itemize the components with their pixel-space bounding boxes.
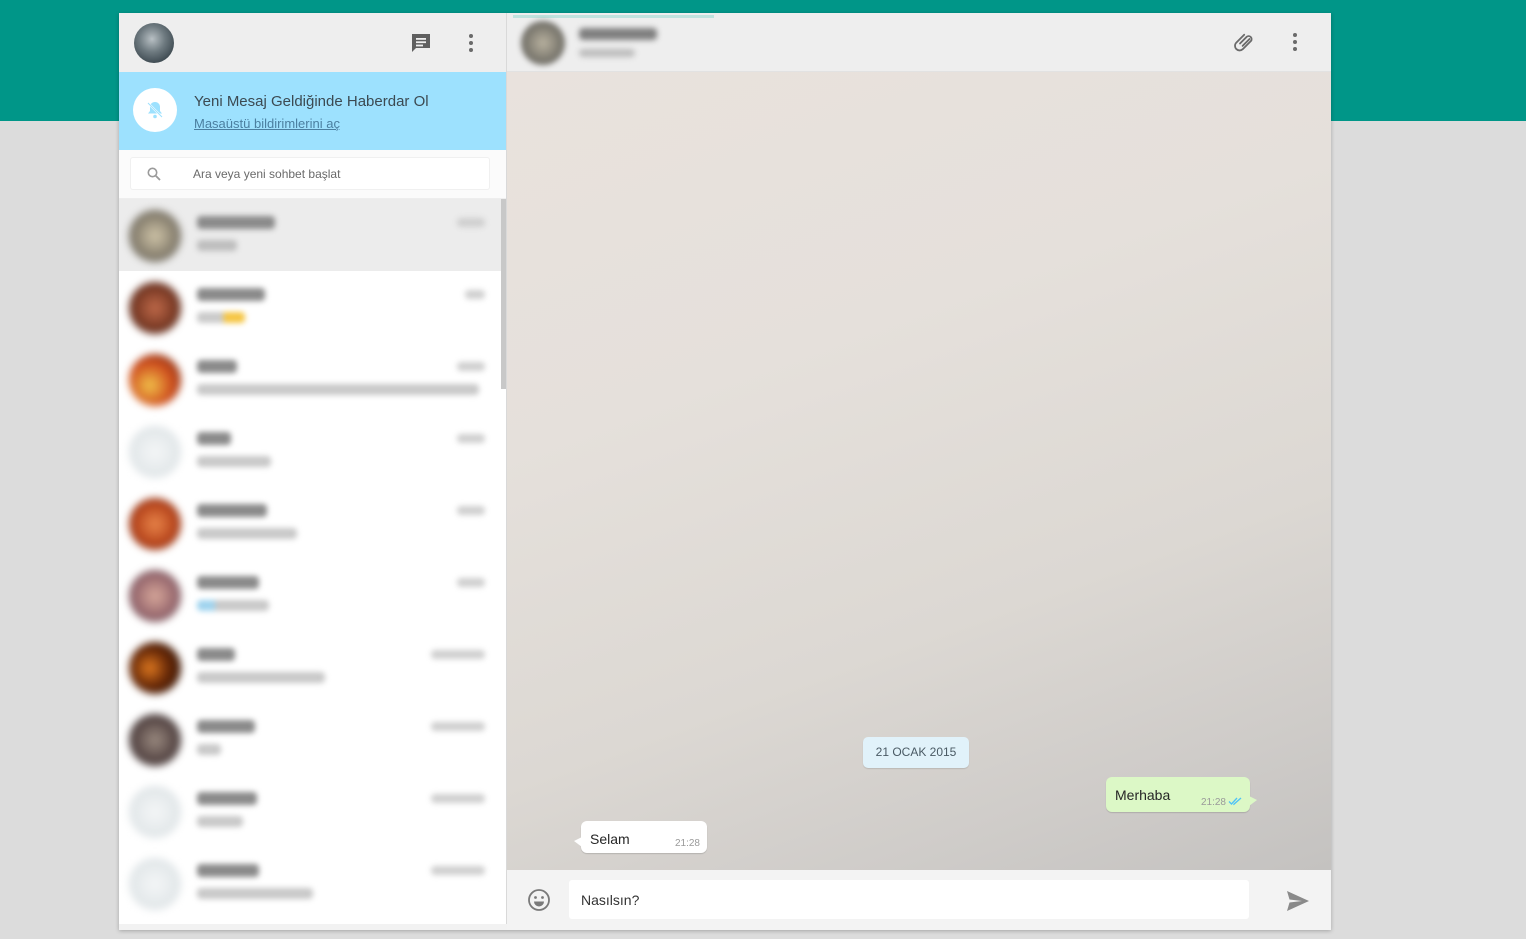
new-chat-icon[interactable]: [409, 31, 433, 55]
chat-list-item[interactable]: [119, 631, 503, 703]
menu-dots-icon[interactable]: [459, 31, 483, 55]
chat-list-item[interactable]: [119, 271, 503, 343]
chat-avatar: [129, 642, 181, 694]
attach-icon[interactable]: [1233, 30, 1257, 54]
message-time: 21:28: [674, 838, 700, 849]
chat-time-blurred: [431, 650, 485, 659]
chat-preview-blurred: [197, 456, 271, 467]
message-text: Merhaba: [1115, 787, 1171, 803]
chat-list-item[interactable]: [119, 559, 503, 631]
chat-time-blurred: [457, 362, 485, 371]
chat-time-blurred: [457, 218, 485, 227]
profile-avatar[interactable]: [134, 23, 174, 63]
chat-name-blurred: [197, 216, 275, 229]
chat-list-item[interactable]: [119, 343, 503, 415]
incoming-message[interactable]: Selam 21:28: [574, 821, 707, 853]
message-text: Selam: [590, 831, 630, 847]
chat-avatar: [129, 354, 181, 406]
chat-preview-blurred: [197, 744, 221, 755]
notification-title: Yeni Mesaj Geldiğinde Haberdar Ol: [194, 93, 429, 110]
chat-name-blurred: [197, 864, 259, 877]
app-window: Yeni Mesaj Geldiğinde Haberdar Ol Masaüs…: [119, 13, 1331, 930]
chat-avatar: [129, 210, 181, 262]
chat-list-item[interactable]: [119, 775, 503, 847]
chat-name-blurred: [197, 288, 265, 301]
chat-avatar: [129, 714, 181, 766]
chat-name-blurred: [197, 792, 257, 805]
menu-dots-icon[interactable]: [1283, 30, 1307, 54]
search-icon: [147, 167, 161, 181]
chat-avatar: [129, 426, 181, 478]
emoji-icon[interactable]: [527, 888, 551, 912]
chat-name-blurred: [197, 648, 235, 661]
chat-list-item[interactable]: [119, 847, 503, 919]
message-input[interactable]: [569, 880, 1249, 919]
chat-avatar: [129, 282, 181, 334]
chat-list-scrollbar[interactable]: [501, 199, 506, 389]
bell-off-icon: [133, 88, 177, 132]
chat-name-blurred: [197, 360, 237, 373]
read-ticks-icon: [1228, 797, 1242, 806]
chat-time-blurred: [431, 866, 485, 875]
chat-avatar: [129, 858, 181, 910]
chat-name-blurred: [197, 576, 259, 589]
chat-preview-blurred: [197, 240, 237, 251]
chat-list-item[interactable]: [119, 487, 503, 559]
conversation-panel: 21 OCAK 2015 Merhaba 21:28 Selam 21:28: [507, 13, 1331, 930]
chat-time-blurred: [457, 434, 485, 443]
chat-preview-blurred: [197, 816, 243, 827]
chat-avatar: [129, 786, 181, 838]
chat-time-blurred: [457, 506, 485, 515]
chat-time-blurred: [457, 578, 485, 587]
enable-notifications-link[interactable]: Masaüstü bildirimlerini aç: [194, 116, 340, 131]
sidebar-header: [119, 13, 506, 72]
chat-time-blurred: [431, 794, 485, 803]
chat-list-item[interactable]: [119, 415, 503, 487]
chat-avatar: [129, 570, 181, 622]
contact-avatar[interactable]: [521, 21, 565, 65]
chat-avatar: [129, 498, 181, 550]
chat-name-blurred: [197, 432, 231, 445]
chat-preview-blurred: [197, 888, 313, 899]
chat-time-blurred: [465, 290, 485, 299]
chat-list: [119, 199, 503, 930]
chat-preview-blurred: [197, 384, 479, 395]
message-area[interactable]: 21 OCAK 2015 Merhaba 21:28 Selam 21:28: [507, 72, 1331, 870]
sidebar: Yeni Mesaj Geldiğinde Haberdar Ol Masaüs…: [119, 13, 507, 930]
contact-status-blurred: [579, 49, 635, 57]
chat-preview-blurred: [197, 600, 269, 611]
chat-preview-blurred: [197, 312, 245, 323]
date-separator: 21 OCAK 2015: [863, 737, 969, 768]
chat-name-blurred: [197, 720, 255, 733]
message-time: 21:28: [1200, 797, 1226, 808]
chat-list-item[interactable]: [119, 199, 503, 271]
chat-preview-blurred: [197, 672, 325, 683]
chat-name-blurred: [197, 504, 267, 517]
contact-name-blurred: [579, 28, 657, 40]
search-bar: [119, 150, 506, 199]
notification-banner: Yeni Mesaj Geldiğinde Haberdar Ol Masaüs…: [119, 72, 506, 150]
conversation-header[interactable]: [507, 13, 1331, 72]
chat-list-item[interactable]: [119, 703, 503, 775]
send-icon[interactable]: [1285, 888, 1311, 914]
search-input[interactable]: [193, 158, 483, 189]
message-composer: [507, 870, 1331, 930]
chat-time-blurred: [431, 722, 485, 731]
chat-preview-blurred: [197, 528, 297, 539]
outgoing-message[interactable]: Merhaba 21:28: [1106, 777, 1257, 812]
search-box[interactable]: [131, 158, 489, 189]
sidebar-footer: [119, 924, 507, 930]
loading-bar: [513, 15, 714, 18]
